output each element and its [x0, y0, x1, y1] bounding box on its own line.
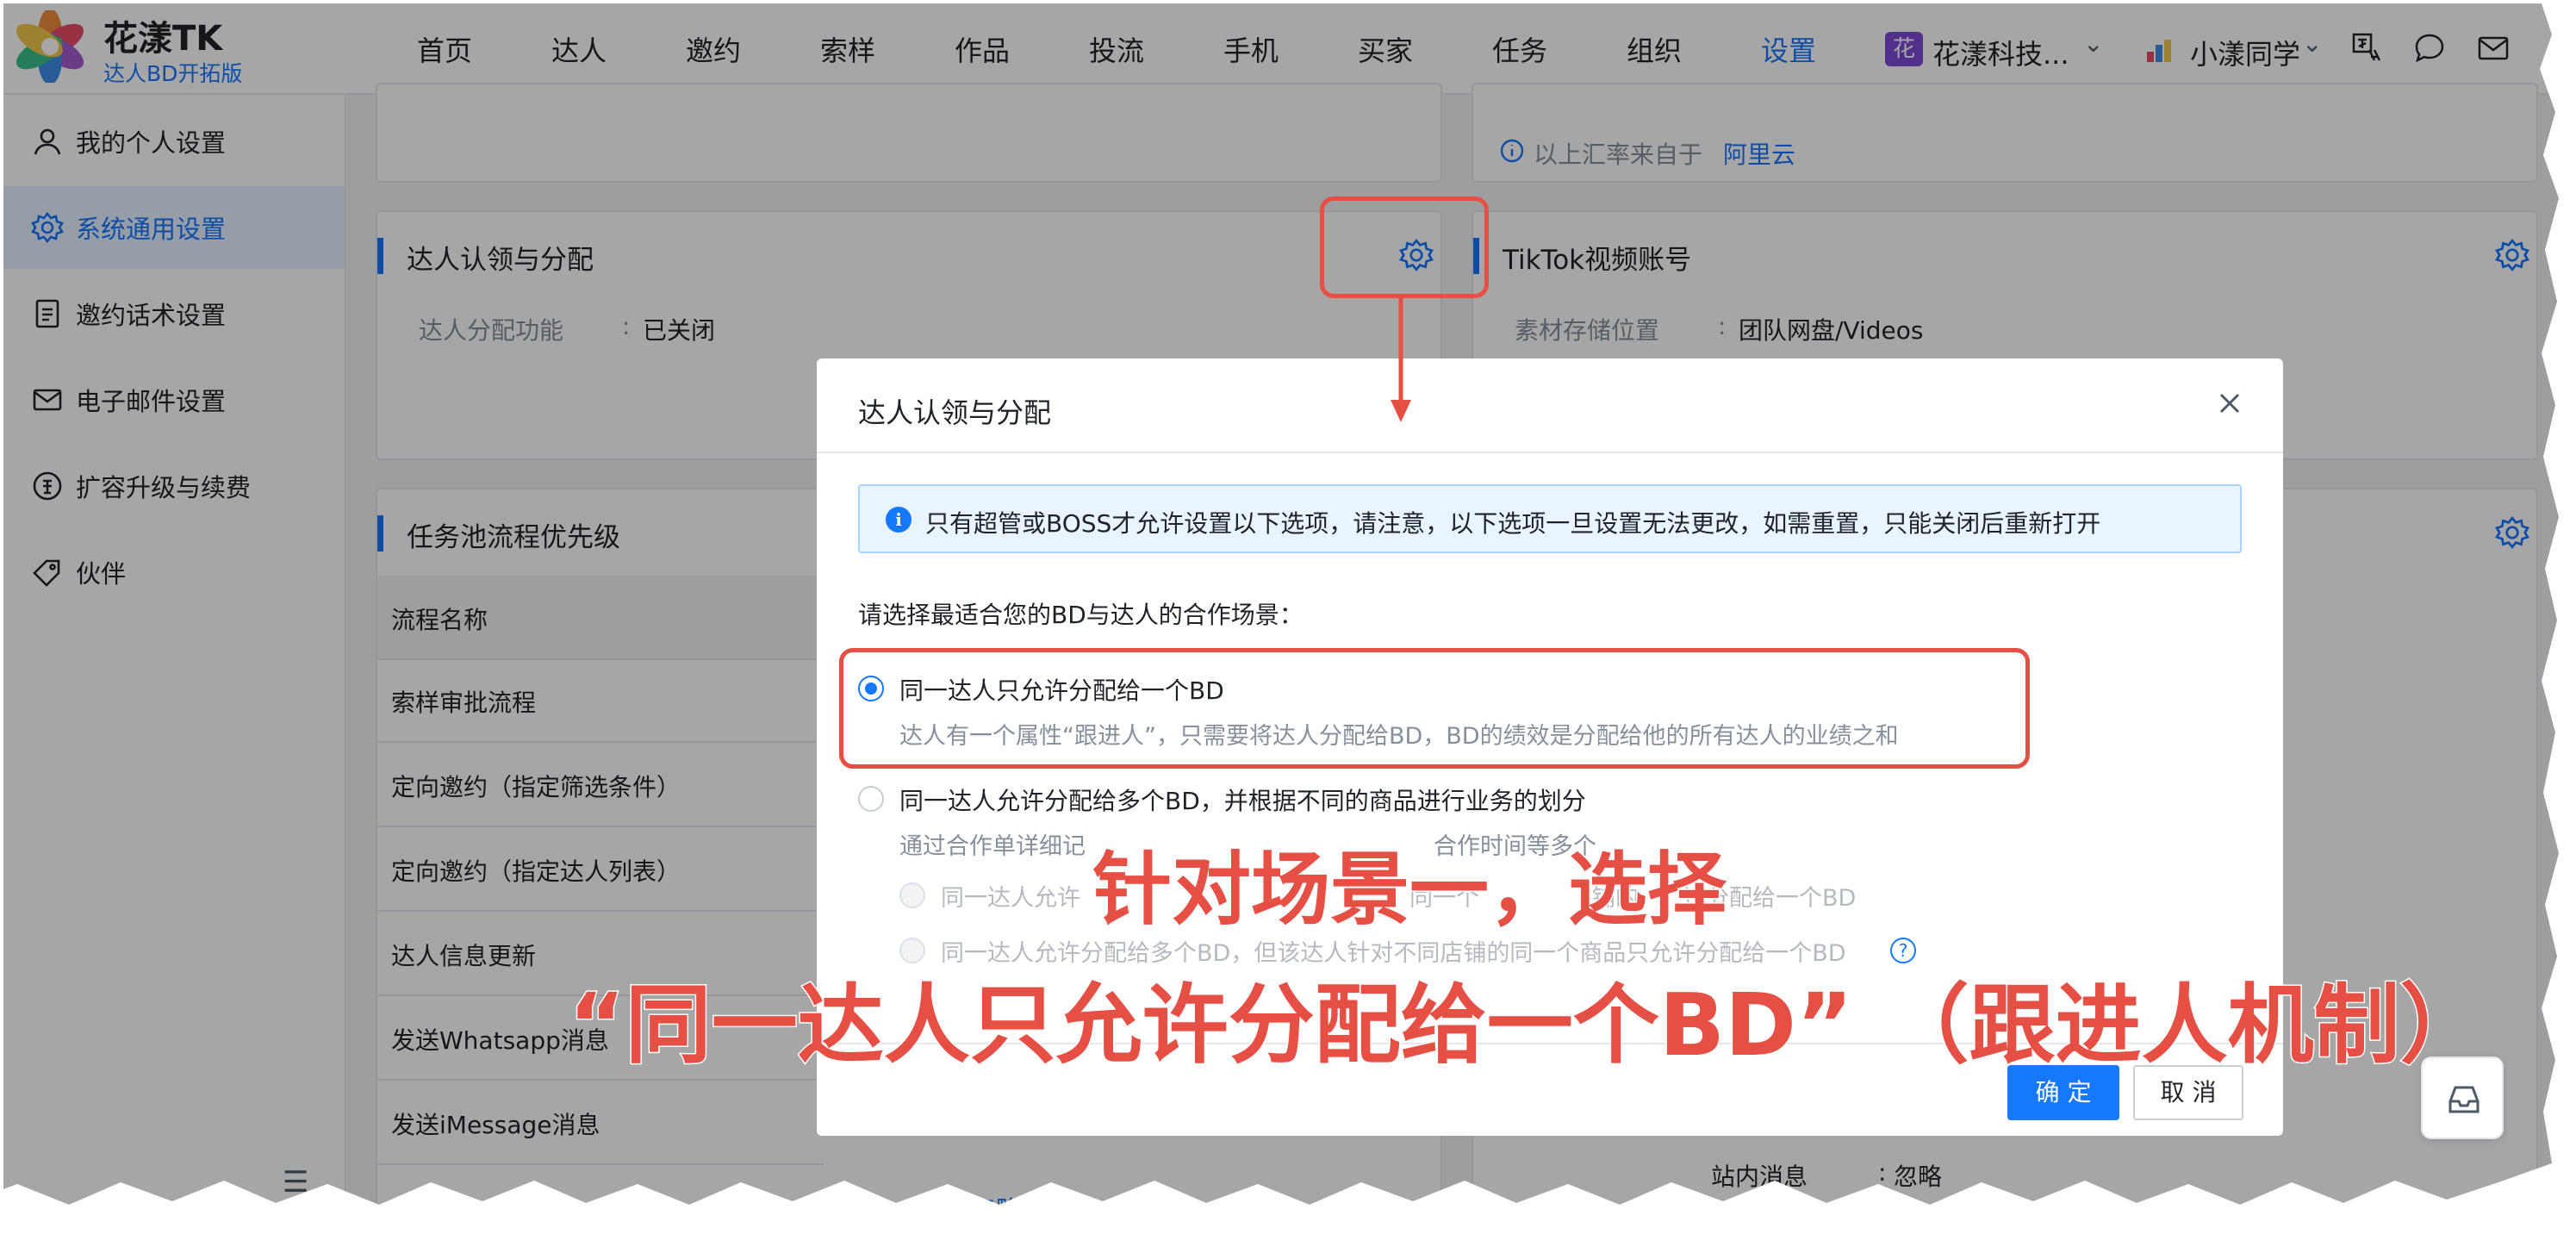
annotation-arrow — [1391, 298, 1411, 422]
option-multi-bd-label[interactable]: 同一达人允许分配给多个BD，并根据不同的商品进行业务的划分 — [899, 782, 1586, 817]
alert-text: 只有超管或BOSS才允许设置以下选项，请注意，以下选项一旦设置无法更改，如需重置… — [925, 509, 2101, 538]
inbox-icon — [2448, 1086, 2480, 1113]
scenario-prompt: 请选择最适合您的BD与达人的合作场景： — [858, 601, 1304, 629]
info-icon: i — [886, 507, 912, 533]
annotation-text-line1: 针对场景一，选择 — [1091, 843, 1727, 938]
warning-alert: i 只有超管或BOSS才允许设置以下选项，请注意，以下选项一旦设置无法更改，如需… — [858, 484, 2242, 553]
close-icon[interactable] — [2214, 388, 2245, 419]
annotation-highlight-gear — [1320, 196, 1489, 298]
screenshot-page: 花漾TK 达人BD开拓版 首页 达人 邀约 索样 作品 投流 手机 买家 任务 … — [0, 0, 2576, 1234]
annotation-text-line2: “同一达人只允许分配给一个BD” （跟进人机制） — [568, 974, 2487, 1077]
option-multi-bd-desc: 通过合作单详细记 — [899, 833, 1086, 860]
divider — [817, 452, 2283, 453]
dialog-title: 达人认领与分配 — [858, 396, 1052, 429]
radio-sub-option-1[interactable] — [899, 882, 925, 908]
radio-multi-bd[interactable] — [858, 786, 884, 812]
sub-option-1-label: 同一达人允许 — [941, 885, 1080, 912]
annotation-highlight-option — [839, 648, 2030, 769]
